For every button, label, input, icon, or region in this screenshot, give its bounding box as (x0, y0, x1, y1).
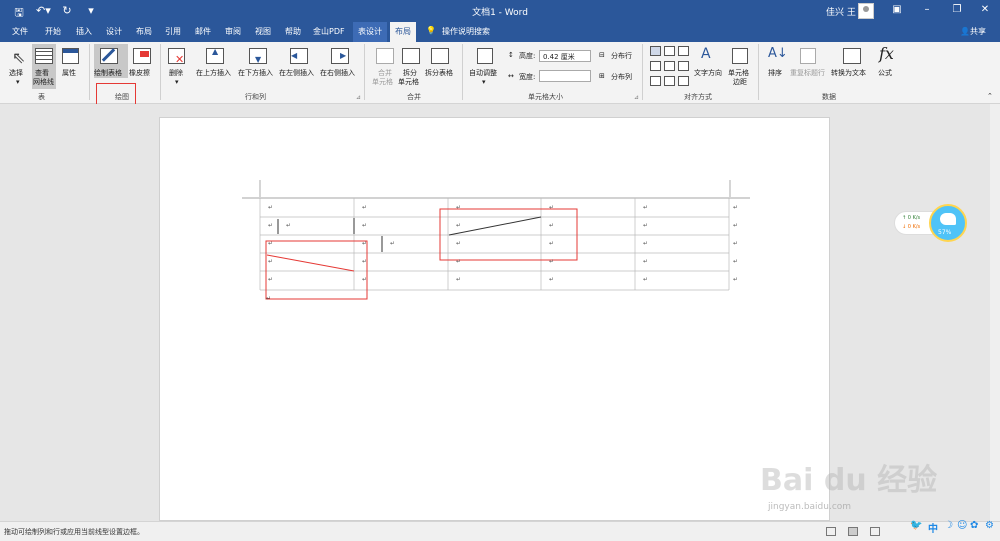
emoji-icon[interactable]: ☺ (957, 520, 967, 531)
table-cell[interactable]: ↵ (643, 258, 648, 265)
table-cell[interactable]: ↵ (362, 276, 367, 283)
ime-indicator[interactable]: 中 (928, 520, 938, 535)
shirt-icon[interactable]: ✿ (970, 520, 978, 531)
upload-speed: ↑ 0 K/s (902, 215, 921, 221)
download-speed: ↓ 0 K/s (902, 224, 921, 230)
table-cell[interactable]: ↵ (268, 222, 273, 229)
tray-bird-icon[interactable]: 🐦 (910, 520, 922, 531)
table-cell[interactable]: ↵ (643, 204, 648, 211)
web-layout-icon[interactable] (870, 527, 880, 536)
table-cell[interactable]: ↵ (268, 240, 273, 247)
table-cell[interactable]: ↵ (643, 240, 648, 247)
table-cell[interactable]: ↵ (362, 258, 367, 265)
print-layout-icon[interactable] (848, 527, 858, 536)
status-text: 拖动可绘制列和行或应用当前线型设置边框。 (4, 528, 144, 536)
paragraph-mark: ↵ (266, 295, 271, 302)
drawn-diagonal-line (448, 216, 542, 236)
row-end-mark: ↵ (733, 276, 739, 283)
row-end-mark: ↵ (733, 204, 739, 211)
row-end-mark: ↵ (733, 222, 739, 229)
red-diagonal-line (266, 254, 355, 272)
table-cell[interactable]: ↵ (268, 258, 273, 265)
speed-boost-ball-icon[interactable]: 57% (929, 204, 967, 242)
table-cell[interactable]: ↵ (362, 240, 367, 247)
table-cell[interactable]: ↵ (549, 222, 554, 229)
table-cell[interactable]: ↵ (268, 276, 273, 283)
table-cell[interactable]: ↵ (362, 222, 367, 229)
watermark-logo: Bai du 经验 (760, 463, 938, 498)
table-cell[interactable]: ↵ (549, 276, 554, 283)
table-cell[interactable]: ↵ (456, 204, 461, 211)
table-cell[interactable]: ↵ (456, 258, 461, 265)
moon-icon[interactable]: ☽ (944, 520, 953, 531)
table-cell[interactable]: ↵ (549, 240, 554, 247)
table-cell[interactable]: ↵ (286, 222, 291, 229)
download-value: 0 (907, 224, 911, 230)
upload-value: 0 (907, 215, 911, 221)
vertical-scrollbar[interactable] (990, 104, 1000, 521)
table-cell[interactable]: ↵ (549, 204, 554, 211)
memory-percent: 57% (938, 229, 952, 236)
table-cell[interactable]: ↵ (268, 204, 273, 211)
table-cell[interactable]: ↵ (456, 240, 461, 247)
download-unit: K/s (912, 224, 921, 230)
table-cell[interactable]: ↵ (643, 276, 648, 283)
table-cell[interactable]: ↵ (643, 222, 648, 229)
table-cell[interactable]: ↵ (456, 222, 461, 229)
settings-icon[interactable]: ⚙ (985, 520, 994, 531)
upload-unit: K/s (912, 215, 921, 221)
chat-bubble-icon (940, 213, 956, 225)
read-mode-icon[interactable] (826, 527, 836, 536)
table-cell[interactable]: ↵ (362, 204, 367, 211)
table-cell[interactable]: ↵ (390, 240, 395, 247)
row-end-mark: ↵ (733, 258, 739, 265)
table-cell[interactable]: ↵ (456, 276, 461, 283)
row-end-mark: ↵ (733, 240, 739, 247)
watermark-url: jingyan.baidu.com (768, 502, 852, 512)
table-cell[interactable]: ↵ (549, 258, 554, 265)
status-bar: 拖动可绘制列和行或应用当前线型设置边框。 (0, 521, 1000, 541)
